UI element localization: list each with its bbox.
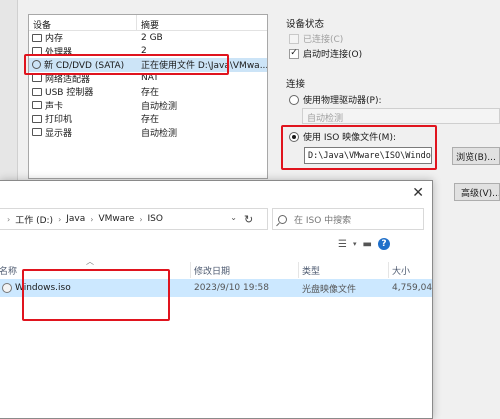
monitor-icon: [32, 128, 42, 137]
device-name: 声卡: [45, 101, 64, 112]
browse-button[interactable]: 浏览(B)...: [452, 147, 500, 165]
device-summary: 存在: [141, 88, 160, 99]
search-placeholder: 在 ISO 中搜索: [294, 215, 352, 226]
device-name: 显示器: [45, 128, 73, 139]
file-open-dialog: ✕ › 工作 (D:) › Java › VMware › ISO ⌄ ↻ 在 …: [0, 180, 433, 419]
view-details-icon[interactable]: ☰: [338, 239, 347, 250]
file-row-windows-iso[interactable]: Windows.iso 2023/9/10 19:58 光盘映像文件 4,759…: [0, 279, 432, 297]
breadcrumb-vmware[interactable]: VMware: [98, 214, 134, 224]
checkmark-icon: ✓: [289, 48, 299, 59]
device-row-monitor[interactable]: 显示器 自动检测: [29, 126, 267, 140]
view-options-chevron-icon[interactable]: ▾: [353, 240, 357, 248]
breadcrumb-separator-icon: ›: [139, 214, 143, 224]
device-row-network[interactable]: 网络适配器 NAT: [29, 72, 267, 86]
cd-icon: [32, 60, 41, 70]
device-list-header: 设备 摘要: [29, 15, 267, 31]
device-row-usb[interactable]: USB 控制器 存在: [29, 85, 267, 99]
column-size[interactable]: 大小: [388, 262, 432, 278]
device-status-title: 设备状态: [286, 19, 325, 30]
use-iso-radio[interactable]: 使用 ISO 映像文件(M):: [289, 130, 396, 143]
cpu-icon: [32, 47, 42, 56]
connection-title: 连接: [286, 79, 306, 90]
advanced-button[interactable]: 高级(V)...: [454, 183, 500, 201]
network-icon: [32, 74, 42, 83]
column-modified[interactable]: 修改日期: [190, 262, 298, 278]
connect-on-start-checkbox[interactable]: ✓ 启动时连接(O): [289, 47, 362, 60]
search-icon: [278, 214, 287, 224]
file-modified: 2023/9/10 19:58: [194, 283, 269, 293]
device-row-cpu[interactable]: 处理器 2: [29, 45, 267, 59]
device-summary: 正在使用文件 D:\Java\VMwa...: [141, 61, 267, 72]
iso-path-input[interactable]: D:\Java\VMware\ISO\Windows: [304, 147, 432, 164]
use-physical-label: 使用物理驱动器(P):: [303, 96, 382, 106]
physical-drive-select[interactable]: 自动检测: [302, 108, 500, 124]
connect-on-start-label: 启动时连接(O): [303, 50, 363, 60]
dialog-titlebar: ✕: [0, 181, 432, 205]
device-name: 打印机: [45, 115, 73, 126]
use-iso-label: 使用 ISO 映像文件(M):: [303, 133, 396, 143]
device-name: 内存: [45, 34, 64, 45]
memory-icon: [32, 33, 42, 42]
breadcrumb-drive[interactable]: 工作 (D:): [15, 213, 53, 226]
chevron-down-icon[interactable]: ⌄: [230, 213, 237, 222]
breadcrumb[interactable]: › 工作 (D:) › Java › VMware › ISO ⌄ ↻: [0, 208, 268, 230]
breadcrumb-java[interactable]: Java: [66, 214, 85, 224]
breadcrumb-iso[interactable]: ISO: [148, 214, 163, 224]
device-summary: NAT: [141, 73, 159, 84]
connected-label: 已连接(C): [303, 35, 344, 45]
device-summary: 存在: [141, 115, 160, 126]
device-summary: 2 GB: [141, 32, 163, 43]
view-toolbar: ☰ ▾ ▬ ?: [338, 238, 390, 250]
physical-drive-value: 自动检测: [307, 114, 344, 124]
device-summary: 自动检测: [141, 128, 178, 139]
navigation-bar: › 工作 (D:) › Java › VMware › ISO ⌄ ↻ 在 IS…: [0, 208, 432, 232]
device-summary: 自动检测: [141, 101, 178, 112]
device-row-memory[interactable]: 内存 2 GB: [29, 31, 267, 45]
column-name[interactable]: 名称: [0, 262, 190, 278]
left-panel-edge: [0, 0, 18, 185]
device-summary: 2: [141, 46, 147, 57]
device-row-printer[interactable]: 打印机 存在: [29, 112, 267, 126]
help-icon[interactable]: ?: [377, 238, 390, 250]
usb-icon: [32, 87, 42, 96]
disc-image-file-icon: [2, 283, 12, 293]
close-icon[interactable]: ✕: [412, 185, 424, 201]
printer-icon: [32, 114, 42, 123]
column-type[interactable]: 类型: [298, 262, 388, 278]
column-summary[interactable]: 摘要: [137, 15, 159, 31]
breadcrumb-separator-icon: ›: [90, 214, 94, 224]
device-name: 处理器: [45, 47, 73, 58]
radio-dot: [289, 94, 299, 105]
file-type: 光盘映像文件: [302, 284, 357, 295]
device-name: 新 CD/DVD (SATA): [44, 61, 125, 72]
sound-icon: [32, 101, 42, 110]
device-name: USB 控制器: [45, 88, 94, 99]
column-device[interactable]: 设备: [29, 15, 137, 31]
radio-dot-selected: [289, 131, 299, 142]
checkbox-box: [289, 33, 299, 44]
use-physical-drive-radio[interactable]: 使用物理驱动器(P):: [289, 93, 381, 106]
refresh-icon[interactable]: ↻: [244, 213, 253, 226]
breadcrumb-separator-icon: ›: [7, 214, 11, 224]
preview-pane-icon[interactable]: ▬: [362, 239, 371, 250]
device-row-sound[interactable]: 声卡 自动检测: [29, 99, 267, 113]
device-list: 设备 摘要 内存 2 GB 处理器 2 新 CD/DVD (SATA) 正在使用…: [28, 14, 268, 179]
search-input[interactable]: 在 ISO 中搜索: [272, 208, 424, 230]
file-size: 4,759,04: [392, 283, 433, 293]
breadcrumb-separator-icon: ›: [58, 214, 62, 224]
file-name: Windows.iso: [15, 283, 71, 293]
device-name: 网络适配器: [45, 74, 91, 85]
device-row-cd-dvd[interactable]: 新 CD/DVD (SATA) 正在使用文件 D:\Java\VMwa...: [29, 58, 267, 72]
connected-checkbox[interactable]: 已连接(C): [289, 32, 343, 45]
